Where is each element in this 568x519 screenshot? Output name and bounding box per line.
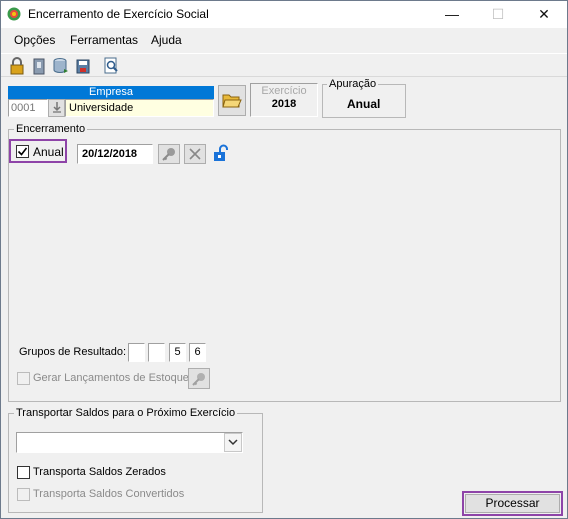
title-bar: Encerramento de Exercício Social — ☐ ✕ bbox=[1, 1, 567, 28]
estoque-checkbox bbox=[17, 372, 30, 385]
grupo-field-1[interactable] bbox=[128, 343, 145, 362]
estoque-label: Gerar Lançamentos de Estoque bbox=[33, 372, 189, 384]
exercicio-label: Exercício bbox=[261, 85, 307, 97]
exercicio-field: Exercício 2018 bbox=[250, 83, 318, 117]
grupo-field-2[interactable] bbox=[148, 343, 165, 362]
scissors-icon bbox=[189, 148, 201, 160]
key-icon bbox=[192, 373, 205, 386]
app-icon bbox=[7, 7, 21, 21]
main-window: Encerramento de Exercício Social — ☐ ✕ O… bbox=[0, 0, 568, 519]
anual-label[interactable]: Anual bbox=[33, 145, 64, 159]
empresa-code-field[interactable]: 0001 bbox=[8, 99, 48, 117]
open-folder-button[interactable] bbox=[218, 85, 246, 116]
checkmark-icon bbox=[17, 147, 28, 156]
grupo-field-3[interactable]: 5 bbox=[169, 343, 186, 362]
arrow-down-icon bbox=[52, 102, 61, 113]
processar-button[interactable]: Processar bbox=[465, 494, 560, 513]
menu-ajuda[interactable]: Ajuda bbox=[151, 33, 182, 47]
transportar-title: Transportar Saldos para o Próximo Exercí… bbox=[14, 407, 238, 419]
binder-icon[interactable] bbox=[30, 57, 48, 75]
lock-icon[interactable] bbox=[8, 57, 26, 75]
transportar-dropdown-button[interactable] bbox=[224, 433, 242, 452]
encerramento-title: Encerramento bbox=[14, 123, 88, 135]
grupos-label: Grupos de Resultado: bbox=[19, 346, 127, 358]
apuracao-label: Apuração bbox=[327, 78, 379, 90]
folder-open-icon bbox=[222, 94, 242, 108]
close-button[interactable]: ✕ bbox=[521, 1, 567, 28]
convertidos-label: Transporta Saldos Convertidos bbox=[33, 488, 185, 500]
estoque-key-button bbox=[188, 368, 210, 389]
menu-bar: Opções Ferramentas Ajuda bbox=[1, 30, 567, 50]
menu-opcoes[interactable]: Opções bbox=[14, 33, 55, 47]
convertidos-checkbox bbox=[17, 488, 30, 501]
exercicio-value: 2018 bbox=[271, 98, 297, 110]
toolbar bbox=[1, 53, 567, 77]
grupo-field-4[interactable]: 6 bbox=[189, 343, 206, 362]
date-field[interactable]: 20/12/2018 bbox=[77, 144, 153, 164]
encerramento-group bbox=[8, 129, 561, 402]
window-title: Encerramento de Exercício Social bbox=[28, 7, 209, 21]
database-icon[interactable] bbox=[52, 57, 70, 75]
clear-button[interactable] bbox=[184, 144, 206, 164]
empresa-lookup-button[interactable] bbox=[48, 99, 65, 117]
save-disk-icon[interactable] bbox=[74, 57, 92, 75]
anual-checkbox[interactable] bbox=[16, 145, 29, 158]
unlock-icon[interactable] bbox=[211, 144, 229, 162]
empresa-name-field: Universidade bbox=[65, 99, 214, 117]
maximize-button: ☐ bbox=[491, 6, 505, 22]
chevron-down-icon bbox=[228, 439, 238, 446]
menu-ferramentas[interactable]: Ferramentas bbox=[70, 33, 138, 47]
zerados-checkbox[interactable] bbox=[17, 466, 30, 479]
empresa-header: Empresa bbox=[8, 86, 214, 99]
minimize-button[interactable]: — bbox=[429, 1, 475, 28]
key-lookup-button[interactable] bbox=[158, 144, 180, 164]
apuracao-value: Anual bbox=[347, 97, 381, 111]
key-icon bbox=[162, 148, 175, 161]
preview-search-icon[interactable] bbox=[102, 57, 120, 75]
transportar-select[interactable] bbox=[16, 432, 243, 453]
zerados-label[interactable]: Transporta Saldos Zerados bbox=[33, 466, 166, 478]
